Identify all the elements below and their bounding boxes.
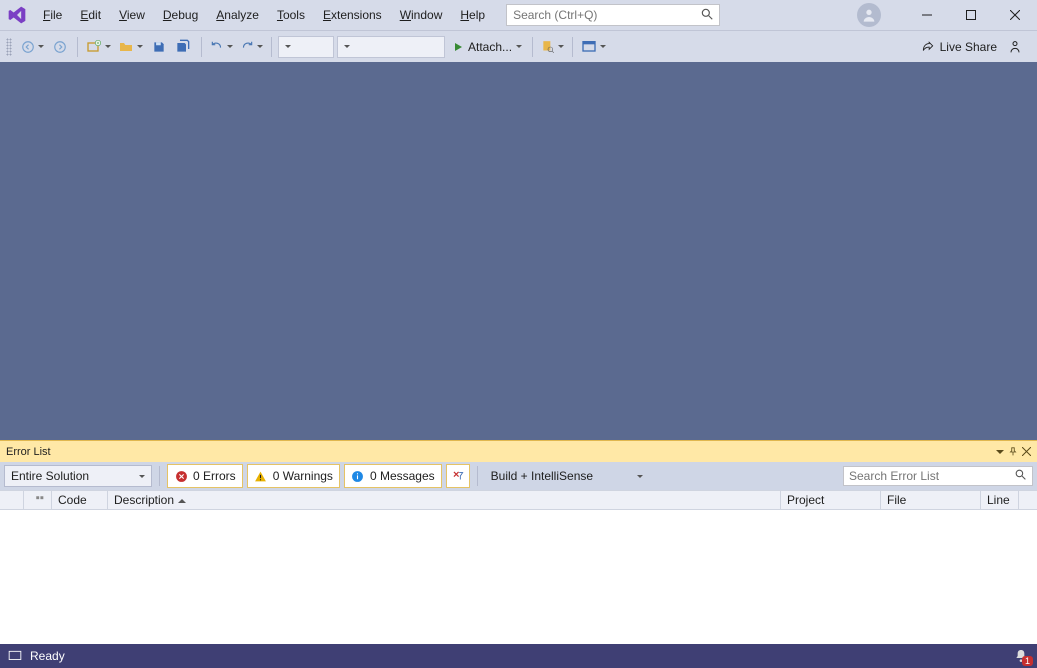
save-button[interactable] xyxy=(148,36,170,58)
error-grid-header: Code Description Project File Line xyxy=(0,490,1037,510)
vs-logo-icon xyxy=(0,5,34,25)
col-extra[interactable] xyxy=(1019,491,1037,509)
menu-tools[interactable]: Tools xyxy=(268,3,314,27)
search-input[interactable] xyxy=(506,4,720,26)
redo-button[interactable] xyxy=(238,36,265,58)
col-description[interactable]: Description xyxy=(108,491,781,509)
menu-file[interactable]: File xyxy=(34,3,71,27)
error-source-dropdown[interactable]: Build + IntelliSense xyxy=(485,465,649,487)
pin-icon[interactable] xyxy=(1008,447,1018,457)
warnings-filter[interactable]: 0 Warnings xyxy=(247,464,340,488)
feedback-button[interactable] xyxy=(1007,39,1023,55)
save-all-button[interactable] xyxy=(173,36,195,58)
toolbar-grip[interactable] xyxy=(6,38,12,56)
panel-close-icon[interactable] xyxy=(1022,447,1031,456)
window-controls xyxy=(905,0,1037,30)
col-icon[interactable] xyxy=(0,491,24,509)
filter-clear-icon xyxy=(451,469,465,483)
solution-config-dropdown[interactable] xyxy=(278,36,334,58)
errors-filter[interactable]: 0 Errors xyxy=(167,464,243,488)
menu-debug[interactable]: Debug xyxy=(154,3,207,27)
title-bar: File Edit View Debug Analyze Tools Exten… xyxy=(0,0,1037,30)
nav-back-button[interactable] xyxy=(19,36,46,58)
error-list-toolbar: Entire Solution 0 Errors 0 Warnings 0 Me… xyxy=(0,462,1037,490)
new-project-button[interactable] xyxy=(84,36,113,58)
menu-edit[interactable]: Edit xyxy=(71,3,110,27)
clear-filters-button[interactable] xyxy=(446,464,470,488)
col-code[interactable]: Code xyxy=(52,491,108,509)
find-in-files-button[interactable] xyxy=(539,36,566,58)
document-area xyxy=(0,62,1037,440)
main-menu: File Edit View Debug Analyze Tools Exten… xyxy=(34,3,494,27)
col-project[interactable]: Project xyxy=(781,491,881,509)
error-grid-body xyxy=(0,510,1037,644)
menu-view[interactable]: View xyxy=(110,3,154,27)
error-scope-dropdown[interactable]: Entire Solution xyxy=(4,465,152,487)
maximize-button[interactable] xyxy=(949,0,993,30)
share-icon xyxy=(921,40,935,54)
panel-titlebar[interactable]: Error List xyxy=(0,440,1037,462)
info-icon xyxy=(351,469,365,483)
menu-help[interactable]: Help xyxy=(451,3,494,27)
warning-icon xyxy=(254,469,268,483)
window-layout-button[interactable] xyxy=(579,36,608,58)
notifications-button[interactable]: 1 xyxy=(1013,648,1029,664)
live-share-button[interactable]: Live Share xyxy=(921,40,997,54)
menu-analyze[interactable]: Analyze xyxy=(207,3,268,27)
error-search-input[interactable] xyxy=(843,466,1033,486)
col-file[interactable]: File xyxy=(881,491,981,509)
panel-options-icon[interactable] xyxy=(996,448,1004,456)
global-search xyxy=(506,4,720,26)
person-icon xyxy=(1007,39,1023,55)
col-category[interactable] xyxy=(24,491,52,509)
error-list-panel: Error List Entire Solution 0 Errors 0 Wa… xyxy=(0,440,1037,644)
minimize-button[interactable] xyxy=(905,0,949,30)
status-text: Ready xyxy=(30,649,65,663)
error-search xyxy=(843,466,1033,486)
solution-platform-dropdown[interactable] xyxy=(337,36,445,58)
standard-toolbar: Attach... Live Share xyxy=(0,30,1037,62)
open-file-button[interactable] xyxy=(116,36,145,58)
notification-badge: 1 xyxy=(1022,656,1033,666)
col-line[interactable]: Line xyxy=(981,491,1019,509)
output-icon[interactable] xyxy=(8,650,22,662)
attach-label: Attach... xyxy=(468,40,512,54)
messages-filter[interactable]: 0 Messages xyxy=(344,464,442,488)
start-attach-button[interactable]: Attach... xyxy=(448,36,526,58)
menu-extensions[interactable]: Extensions xyxy=(314,3,391,27)
nav-forward-button[interactable] xyxy=(49,36,71,58)
user-account-icon[interactable] xyxy=(857,3,881,27)
status-bar: Ready 1 xyxy=(0,644,1037,668)
error-icon xyxy=(174,469,188,483)
close-button[interactable] xyxy=(993,0,1037,30)
menu-window[interactable]: Window xyxy=(391,3,452,27)
undo-button[interactable] xyxy=(208,36,235,58)
panel-title-text: Error List xyxy=(6,446,51,458)
